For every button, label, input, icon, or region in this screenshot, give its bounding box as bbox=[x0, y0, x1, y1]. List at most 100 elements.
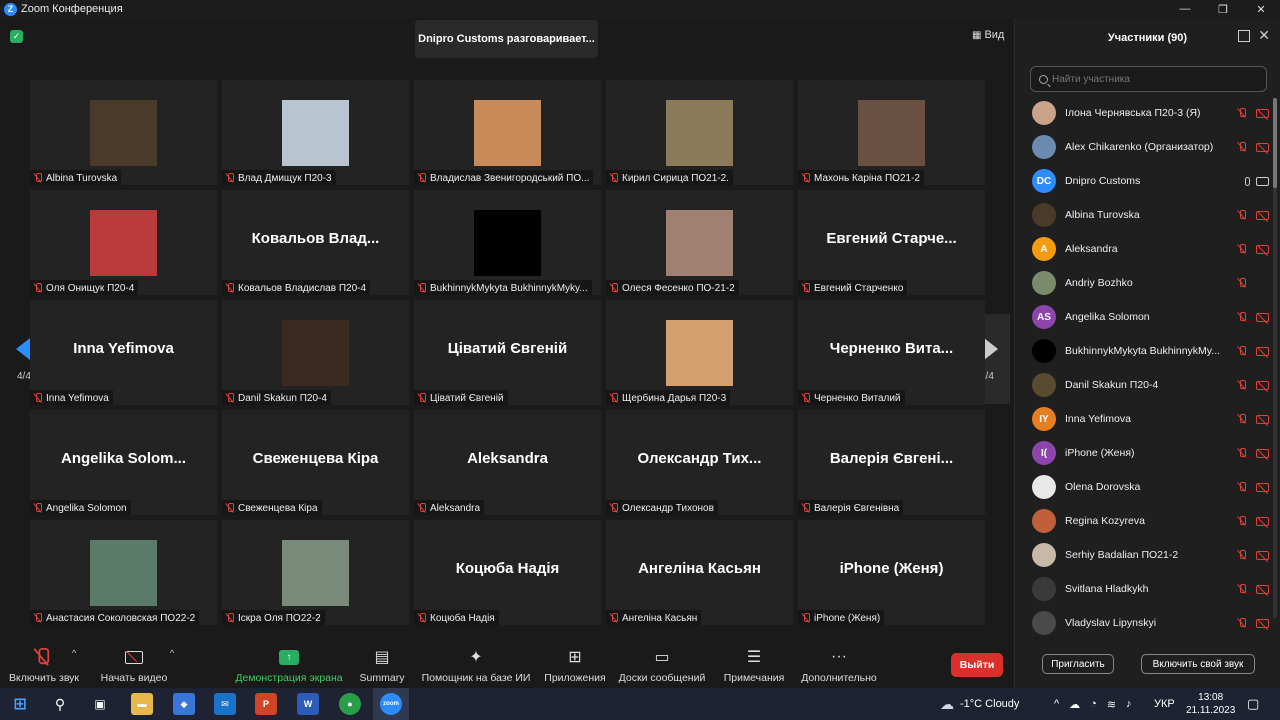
search-taskbar-icon[interactable]: ⚲ bbox=[49, 693, 71, 715]
participant-tile[interactable]: Albina Turovska bbox=[30, 80, 217, 185]
participant-tile[interactable]: Владислав Звенигородський ПО... bbox=[414, 80, 601, 185]
camera-off-icon[interactable] bbox=[1256, 584, 1269, 594]
mic-muted-icon[interactable] bbox=[1238, 142, 1246, 152]
participant-row[interactable]: Danil Skakun П20-4 bbox=[1015, 368, 1271, 402]
participant-tile[interactable]: Анастасия Соколовская ПО22-2 bbox=[30, 520, 217, 625]
invite-button[interactable]: Пригласить bbox=[1042, 654, 1114, 674]
unmute-self-button[interactable]: Включить свой звук bbox=[1141, 654, 1255, 674]
participant-tile[interactable]: Валерія Євгені... Валерія Євгенівна bbox=[798, 410, 985, 515]
participant-tile[interactable]: Іскра Оля ПО22-2 bbox=[222, 520, 409, 625]
participant-row[interactable]: IY Inna Yefimova bbox=[1015, 402, 1271, 436]
close-panel-icon[interactable]: ✕ bbox=[1258, 27, 1270, 44]
participant-row[interactable]: AS Angelika Solomon bbox=[1015, 300, 1271, 334]
participant-tile[interactable]: Кирил Сирица ПО21-2. bbox=[606, 80, 793, 185]
mic-muted-icon[interactable] bbox=[1238, 346, 1246, 356]
mic-muted-icon[interactable] bbox=[1238, 312, 1246, 322]
ai-assistant-button[interactable]: ✦ Помощник на базе ИИ bbox=[420, 646, 532, 684]
participant-tile[interactable]: Олександр Тих... Олександр Тихонов bbox=[606, 410, 793, 515]
participant-tile[interactable]: Олеся Фесенко ПО-21-2 bbox=[606, 190, 793, 295]
participant-row[interactable]: Olena Dorovska bbox=[1015, 470, 1271, 504]
camera-off-icon[interactable] bbox=[1256, 142, 1269, 152]
camera-off-icon[interactable] bbox=[1256, 516, 1269, 526]
mic-on-icon[interactable] bbox=[1245, 176, 1250, 186]
audio-options-caret[interactable]: ^ bbox=[72, 648, 76, 658]
unmute-button[interactable]: Включить звук bbox=[8, 646, 80, 684]
close-window-button[interactable]: ✕ bbox=[1242, 0, 1280, 18]
maximize-button[interactable]: ❐ bbox=[1204, 0, 1242, 18]
more-button[interactable]: ··· Дополнительно bbox=[800, 646, 878, 684]
participant-row[interactable]: Regina Kozyreva bbox=[1015, 504, 1271, 538]
participant-tile[interactable]: Ангеліна Касьян Ангеліна Касьян bbox=[606, 520, 793, 625]
participant-tile[interactable]: Aleksandra Aleksandra bbox=[414, 410, 601, 515]
mic-muted-icon[interactable] bbox=[1238, 448, 1246, 458]
task-view-icon[interactable]: ▣ bbox=[89, 693, 111, 715]
store-icon[interactable]: ◆ bbox=[173, 693, 195, 715]
weather-widget[interactable]: ☁ -1°C Cloudy bbox=[940, 688, 1019, 720]
mic-muted-icon[interactable] bbox=[1238, 244, 1246, 254]
notifications-icon[interactable]: ▢ bbox=[1247, 688, 1259, 720]
windows-start-icon[interactable]: ⊞ bbox=[9, 693, 31, 715]
participant-tile[interactable]: Черненко Вита... Черненко Виталий bbox=[798, 300, 985, 405]
participant-tile[interactable]: Щербина Дарья П20-3 bbox=[606, 300, 793, 405]
chevron-up-icon[interactable]: ^ bbox=[1054, 698, 1059, 710]
mic-muted-icon[interactable] bbox=[1238, 618, 1246, 628]
participant-row[interactable]: Alex Chikarenko (Организатор) bbox=[1015, 130, 1271, 164]
camera-off-icon[interactable] bbox=[1256, 346, 1269, 356]
notes-button[interactable]: ☰ Примечания bbox=[720, 646, 788, 684]
participant-row[interactable]: Serhiy Badalian ПО21-2 bbox=[1015, 538, 1271, 572]
mic-muted-icon[interactable] bbox=[1238, 108, 1246, 118]
clock[interactable]: 13:08 21.11.2023 bbox=[1186, 688, 1235, 720]
participant-tile[interactable]: Евгений Старче... Евгений Старченко bbox=[798, 190, 985, 295]
participant-row[interactable]: A Aleksandra bbox=[1015, 232, 1271, 266]
participant-row[interactable]: Albina Turovska bbox=[1015, 198, 1271, 232]
camera-off-icon[interactable] bbox=[1256, 550, 1269, 560]
participant-row[interactable]: I(iPhone (Женя) bbox=[1015, 436, 1271, 470]
mic-muted-icon[interactable] bbox=[1238, 584, 1246, 594]
camera-off-icon[interactable] bbox=[1256, 414, 1269, 424]
popout-icon[interactable] bbox=[1238, 30, 1250, 42]
participant-row[interactable]: BukhinnykMykyta BukhinnykMy... bbox=[1015, 334, 1271, 368]
camera-off-icon[interactable] bbox=[1256, 618, 1269, 628]
chrome-icon[interactable]: ● bbox=[339, 693, 361, 715]
security-shield-icon[interactable]: ✓ bbox=[10, 30, 23, 43]
view-button[interactable]: ▦ Вид bbox=[972, 29, 1004, 41]
participant-tile[interactable]: iPhone (Женя) iPhone (Женя) bbox=[798, 520, 985, 625]
participant-tile[interactable]: BukhinnykMykyta BukhinnykMyky... bbox=[414, 190, 601, 295]
participant-search[interactable] bbox=[1030, 66, 1267, 92]
word-icon[interactable]: W bbox=[297, 693, 319, 715]
participant-row[interactable]: Andriy Bozhko bbox=[1015, 266, 1271, 300]
share-screen-button[interactable]: ↑ Демонстрация экрана bbox=[234, 646, 344, 684]
participant-tile[interactable]: Ціватий Євгеній Ціватий Євгеній bbox=[414, 300, 601, 405]
participant-tile[interactable]: Свеженцева Кіра Свеженцева Кіра bbox=[222, 410, 409, 515]
file-explorer-icon[interactable]: ▬ bbox=[131, 693, 153, 715]
camera-off-icon[interactable] bbox=[1256, 448, 1269, 458]
participant-row[interactable]: DC Dnipro Customs bbox=[1015, 164, 1271, 198]
mic-muted-icon[interactable] bbox=[1238, 550, 1246, 560]
system-tray-icons[interactable]: ^ ☁ ◔ ≋ ♪ bbox=[1054, 688, 1132, 720]
start-video-button[interactable]: Начать видео bbox=[98, 646, 170, 684]
mic-muted-icon[interactable] bbox=[1238, 516, 1246, 526]
participant-row[interactable]: Ілона Чернявська П20-3 (Я) bbox=[1015, 96, 1271, 130]
language-indicator[interactable]: УКР bbox=[1154, 688, 1175, 720]
wifi-icon[interactable]: ≋ bbox=[1107, 698, 1116, 711]
powerpoint-icon[interactable]: P bbox=[255, 693, 277, 715]
participant-tile[interactable]: Inna Yefimova Inna Yefimova bbox=[30, 300, 217, 405]
camera-off-icon[interactable] bbox=[1256, 108, 1269, 118]
whiteboards-button[interactable]: ▭ Доски сообщений bbox=[617, 646, 707, 684]
mic-muted-icon[interactable] bbox=[1238, 414, 1246, 424]
participant-tile[interactable]: Оля Онищук П20-4 bbox=[30, 190, 217, 295]
mic-muted-icon[interactable] bbox=[1238, 210, 1246, 220]
minimize-button[interactable]: — bbox=[1166, 0, 1204, 18]
leave-button[interactable]: Выйти bbox=[951, 653, 1003, 677]
apps-button[interactable]: ⊞ Приложения bbox=[543, 646, 607, 684]
participant-search-input[interactable] bbox=[1052, 73, 1252, 85]
camera-on-icon[interactable] bbox=[1256, 176, 1269, 186]
mic-muted-icon[interactable] bbox=[1238, 482, 1246, 492]
camera-off-icon[interactable] bbox=[1256, 244, 1269, 254]
participant-tile[interactable]: Влад Дмищук П20-3 bbox=[222, 80, 409, 185]
mic-muted-icon[interactable] bbox=[1238, 380, 1246, 390]
participant-tile[interactable]: Ковальов Влад... Ковальов Владислав П20-4 bbox=[222, 190, 409, 295]
mic-muted-icon[interactable] bbox=[1238, 278, 1246, 288]
onedrive-icon[interactable]: ☁ bbox=[1069, 698, 1080, 711]
zoom-taskbar-button[interactable]: zoom bbox=[373, 688, 409, 720]
